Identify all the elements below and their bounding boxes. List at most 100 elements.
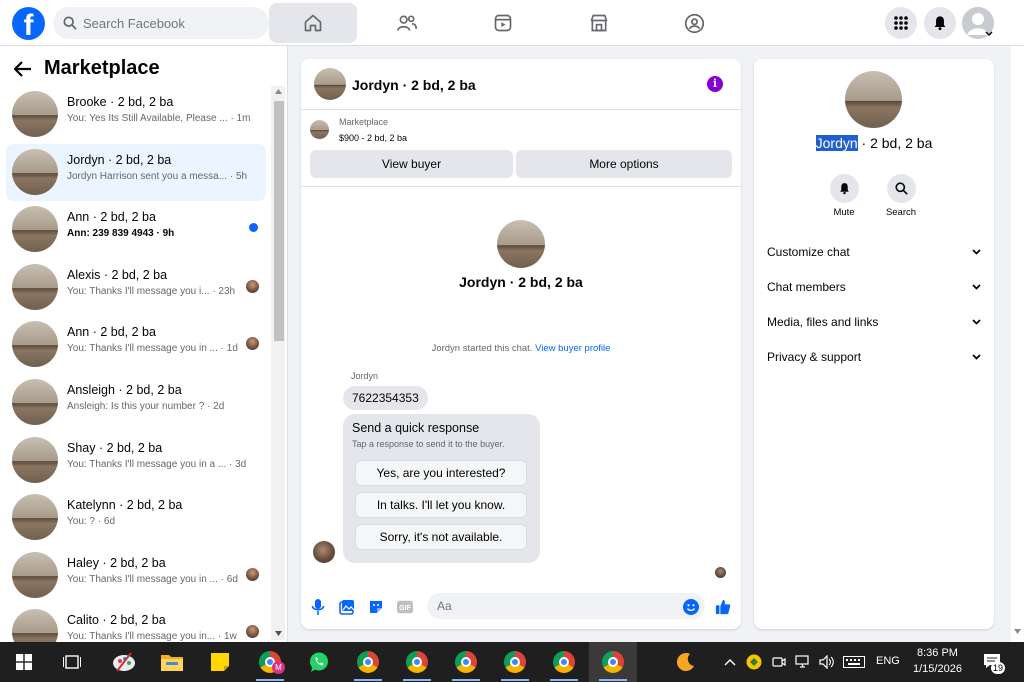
chrome-icon [357,651,379,673]
tab-marketplace[interactable] [555,3,643,43]
media-files-links-row[interactable]: Media, files and links [767,311,981,333]
sticker-icon[interactable] [368,599,384,615]
page-title: Marketplace [44,57,160,79]
customize-chat-label: Customize chat [767,245,850,259]
search-in-chat-button[interactable] [886,174,916,203]
search-icon [63,16,77,30]
taskbar-night-mode[interactable] [662,642,710,682]
more-options-button[interactable]: More options [516,150,732,178]
details-avatar[interactable] [845,71,902,128]
menu-button[interactable] [885,7,917,39]
chevron-up-icon[interactable] [724,658,736,666]
message-bubble[interactable]: 7622354353 [343,386,428,410]
keyboard-icon[interactable] [843,656,865,668]
search-box[interactable] [53,7,269,39]
clock-date[interactable]: 1/15/2026 [913,663,962,675]
seen-avatar [246,625,259,639]
chat-list-item[interactable]: Brooke · 2 bd, 2 ba You: Yes Its Still Av… [6,86,266,144]
microphone-icon[interactable] [310,599,326,615]
clock-time[interactable]: 8:36 PM [917,647,958,659]
listing-avatar [12,494,58,541]
search-input[interactable] [83,15,253,31]
meet-now-icon[interactable] [772,655,786,669]
network-icon[interactable] [795,655,811,669]
gif-icon[interactable]: GIF [397,599,413,615]
tray-app-icon[interactable] [746,654,762,670]
scroll-up-icon[interactable] [275,89,282,94]
view-buyer-profile-link[interactable]: View buyer profile [535,343,610,354]
mute-action[interactable]: Mute [822,174,866,218]
taskbar-whatsapp[interactable] [295,642,343,682]
listing-thumbnail[interactable] [310,120,329,139]
tab-home[interactable] [269,3,357,43]
customize-chat-row[interactable]: Customize chat [767,241,981,263]
chat-list-item[interactable]: Haley · 2 bd, 2 ba You: Thanks I'll messa… [6,547,266,605]
message-input[interactable] [427,593,705,619]
volume-icon[interactable] [819,655,835,669]
taskbar-chrome-2[interactable] [393,642,441,682]
privacy-support-row[interactable]: Privacy & support [767,346,981,368]
chat-list-item[interactable]: Calito · 2 bd, 2 ba You: Thanks I'll mess… [6,604,266,642]
chat-name: Haley · 2 bd, 2 ba [67,555,166,570]
quick-response-not-available[interactable]: Sorry, it's not available. [355,524,527,550]
chat-list-item[interactable]: Shay · 2 bd, 2 ba You: Thanks I'll messag… [6,432,266,490]
search-action[interactable]: Search [879,174,923,218]
privacy-support-label: Privacy & support [767,350,862,364]
quick-response-yes[interactable]: Yes, are you interested? [355,460,527,486]
search-icon [894,182,908,195]
notification-center-button[interactable]: 19 [983,653,1006,674]
chevron-down-icon[interactable] [985,31,993,37]
sender-avatar[interactable] [313,541,335,563]
language-indicator[interactable]: ENG [876,655,900,667]
taskbar-chrome-1[interactable] [344,642,392,682]
back-arrow-icon[interactable] [14,60,32,77]
grid-menu-icon [894,16,908,30]
taskbar-chrome-3[interactable] [442,642,490,682]
taskbar-chrome-5[interactable] [540,642,588,682]
scroll-down-icon[interactable] [1014,629,1021,634]
mute-button[interactable] [829,174,859,203]
taskbar-chrome-4[interactable] [491,642,539,682]
emoji-icon[interactable] [683,599,699,615]
chat-list-item[interactable]: Alexis · 2 bd, 2 ba You: Thanks I'll mess… [6,259,266,317]
chat-name: Alexis · 2 bd, 2 ba [67,267,168,282]
selected-name-text[interactable]: Jordyn [815,135,858,151]
groups-icon [684,13,704,33]
intro-name: Jordyn · 2 bd, 2 ba [459,274,583,290]
intro-avatar[interactable] [497,220,545,268]
taskbar-paint-app[interactable] [100,642,148,682]
chat-list-item[interactable]: Ann · 2 bd, 2 ba Ann: 239 839 4943 · 9h [6,201,266,259]
conversation-title[interactable]: Jordyn · 2 bd, 2 ba [352,77,476,93]
quick-response-card: Send a quick response Tap a response to … [343,414,540,563]
taskbar-chrome-active[interactable] [589,642,637,682]
chat-list-item[interactable]: Ansleigh · 2 bd, 2 ba Ansleigh: Is this y… [6,374,266,432]
start-button[interactable] [0,642,48,682]
notifications-button[interactable] [924,7,956,39]
tab-watch[interactable] [459,3,547,43]
taskbar-chrome-profile-m[interactable]: M [246,642,294,682]
tab-groups[interactable] [650,3,738,43]
page-scrollbar[interactable] [1011,46,1024,642]
chat-members-row[interactable]: Chat members [767,276,981,298]
chat-list-item[interactable]: Katelynn · 2 bd, 2 ba You: ? · 6d [6,489,266,547]
chat-list-item[interactable]: Ann · 2 bd, 2 ba You: Thanks I'll message… [6,316,266,374]
chevron-down-icon [972,284,981,290]
tab-friends[interactable] [363,3,451,43]
chat-list-item[interactable]: Jordyn · 2 bd, 2 ba Jordyn Harrison sent … [6,143,266,202]
taskbar-file-explorer[interactable] [148,642,196,682]
listing-avatar [12,321,58,368]
listing-avatar [12,609,58,642]
thumbs-up-icon[interactable] [715,599,731,615]
taskbar-sticky-notes[interactable] [196,642,244,682]
info-icon[interactable]: i [707,76,723,92]
scroll-thumb[interactable] [274,101,284,341]
view-buyer-button[interactable]: View buyer [310,150,513,178]
sender-name: Jordyn [351,371,379,381]
photo-icon[interactable] [339,599,355,615]
conversation-avatar[interactable] [314,68,346,100]
chat-list-scrollbar[interactable] [271,86,285,640]
task-view-button[interactable] [48,642,96,682]
quick-response-in-talks[interactable]: In talks. I'll let you know. [355,492,527,518]
facebook-logo[interactable]: f [12,7,45,40]
scroll-down-icon[interactable] [275,631,282,636]
